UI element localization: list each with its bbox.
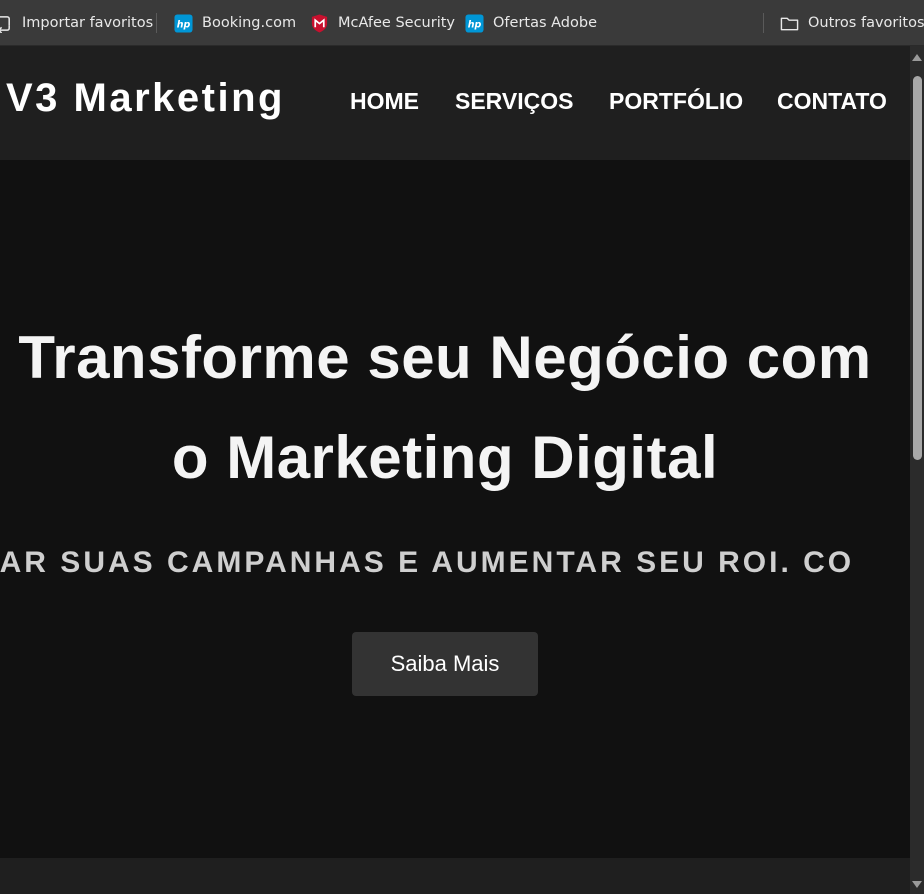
scrollbar-thumb[interactable]: [913, 76, 922, 460]
bookmark-adobe[interactable]: hp Ofertas Adobe: [465, 0, 597, 46]
nav-contact[interactable]: CONTATO: [777, 88, 887, 115]
svg-text:hp: hp: [468, 19, 482, 30]
folder-icon: [780, 17, 799, 30]
site-header: V3 Marketing HOME SERVIÇOS PORTFÓLIO CON…: [0, 46, 910, 160]
svg-text:hp: hp: [177, 19, 191, 30]
hp-icon: hp: [465, 13, 484, 33]
bookmark-import[interactable]: Importar favoritos: [0, 0, 153, 46]
page-viewport: V3 Marketing HOME SERVIÇOS PORTFÓLIO CON…: [0, 46, 910, 894]
hero-marquee-text: OTIMIZAR SUAS CAMPANHAS E AUMENTAR SEU R…: [0, 546, 855, 579]
next-section-strip: [0, 858, 910, 894]
bookmark-other-favorites[interactable]: Outros favoritos: [780, 0, 924, 46]
bookmark-booking-label: Booking.com: [202, 15, 297, 31]
bookmark-mcafee-label: McAfee Security: [338, 15, 455, 31]
bookmark-other-favorites-label: Outros favoritos: [808, 15, 924, 31]
hero-title: Transforme seu Negócio com o Marketing D…: [0, 308, 890, 508]
scroll-up-arrow-icon[interactable]: [912, 54, 922, 61]
saiba-mais-button[interactable]: Saiba Mais: [352, 632, 538, 696]
mcafee-icon: [311, 13, 328, 33]
nav-portfolio[interactable]: PORTFÓLIO: [609, 88, 743, 115]
page-scrollbar[interactable]: [910, 46, 924, 894]
bookmark-adobe-label: Ofertas Adobe: [493, 15, 597, 31]
bookmark-booking[interactable]: hp Booking.com: [174, 0, 296, 46]
import-icon: [0, 15, 10, 33]
nav-services[interactable]: SERVIÇOS: [455, 88, 573, 115]
bookmarks-divider: [763, 13, 764, 33]
bookmark-import-label: Importar favoritos: [22, 15, 154, 31]
site-logo[interactable]: V3 Marketing: [6, 76, 285, 121]
hero-title-line-2: o Marketing Digital: [171, 424, 719, 491]
bookmarks-bar: Importar favoritos hp Booking.com McAfee…: [0, 0, 924, 46]
bookmarks-divider: [156, 13, 157, 33]
nav-home[interactable]: HOME: [350, 88, 419, 115]
bookmark-mcafee[interactable]: McAfee Security: [310, 0, 455, 46]
hero-title-line-1: Transforme seu Negócio com: [18, 324, 872, 391]
scroll-down-arrow-icon[interactable]: [912, 881, 922, 888]
hp-icon: hp: [174, 13, 193, 33]
